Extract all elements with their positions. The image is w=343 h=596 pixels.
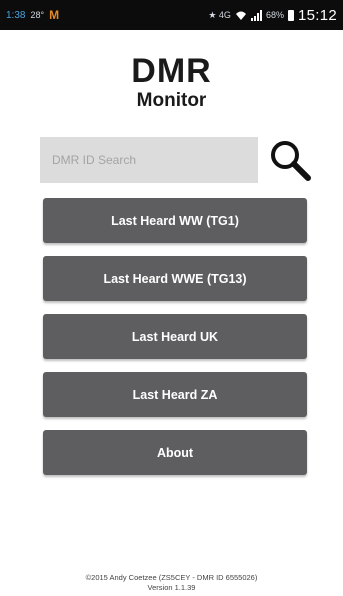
logo-subtitle: Monitor xyxy=(136,90,207,111)
last-heard-za-button[interactable]: Last Heard ZA xyxy=(43,372,307,417)
status-bar: 1:38 28° M ★ 4G 68% 15:12 xyxy=(0,0,343,30)
footer-copyright: ©2015 Andy Coetzee (ZS5CEY - DMR ID 6555… xyxy=(85,573,258,582)
battery-percent: 68% xyxy=(265,10,284,20)
logo-title: DMR xyxy=(131,52,212,90)
about-button[interactable]: About xyxy=(43,430,307,475)
status-indicators: ★ 4G xyxy=(208,9,231,20)
last-heard-wwe-button[interactable]: Last Heard WWE (TG13) xyxy=(43,256,307,301)
status-small-clock: 1:38 xyxy=(6,9,26,21)
wifi-icon xyxy=(235,11,246,20)
signal-icon xyxy=(250,9,262,21)
status-bar-right: ★ 4G 68% 15:12 xyxy=(208,0,343,30)
status-temperature: 28° xyxy=(30,10,45,20)
last-heard-uk-button[interactable]: Last Heard UK xyxy=(43,314,307,359)
status-app-badge: M xyxy=(49,8,60,22)
dmr-id-search-input[interactable] xyxy=(40,137,258,183)
status-bar-left: 1:38 28° M xyxy=(0,0,59,30)
search-icon[interactable] xyxy=(268,138,312,182)
footer-version: Version 1.1.39 xyxy=(147,583,196,592)
app-screen: 1:38 28° M ★ 4G 68% 15:12 DMR Monitor La… xyxy=(0,0,343,596)
status-time: 15:12 xyxy=(297,6,337,24)
battery-icon xyxy=(287,9,294,21)
last-heard-ww-button[interactable]: Last Heard WW (TG1) xyxy=(43,198,307,243)
